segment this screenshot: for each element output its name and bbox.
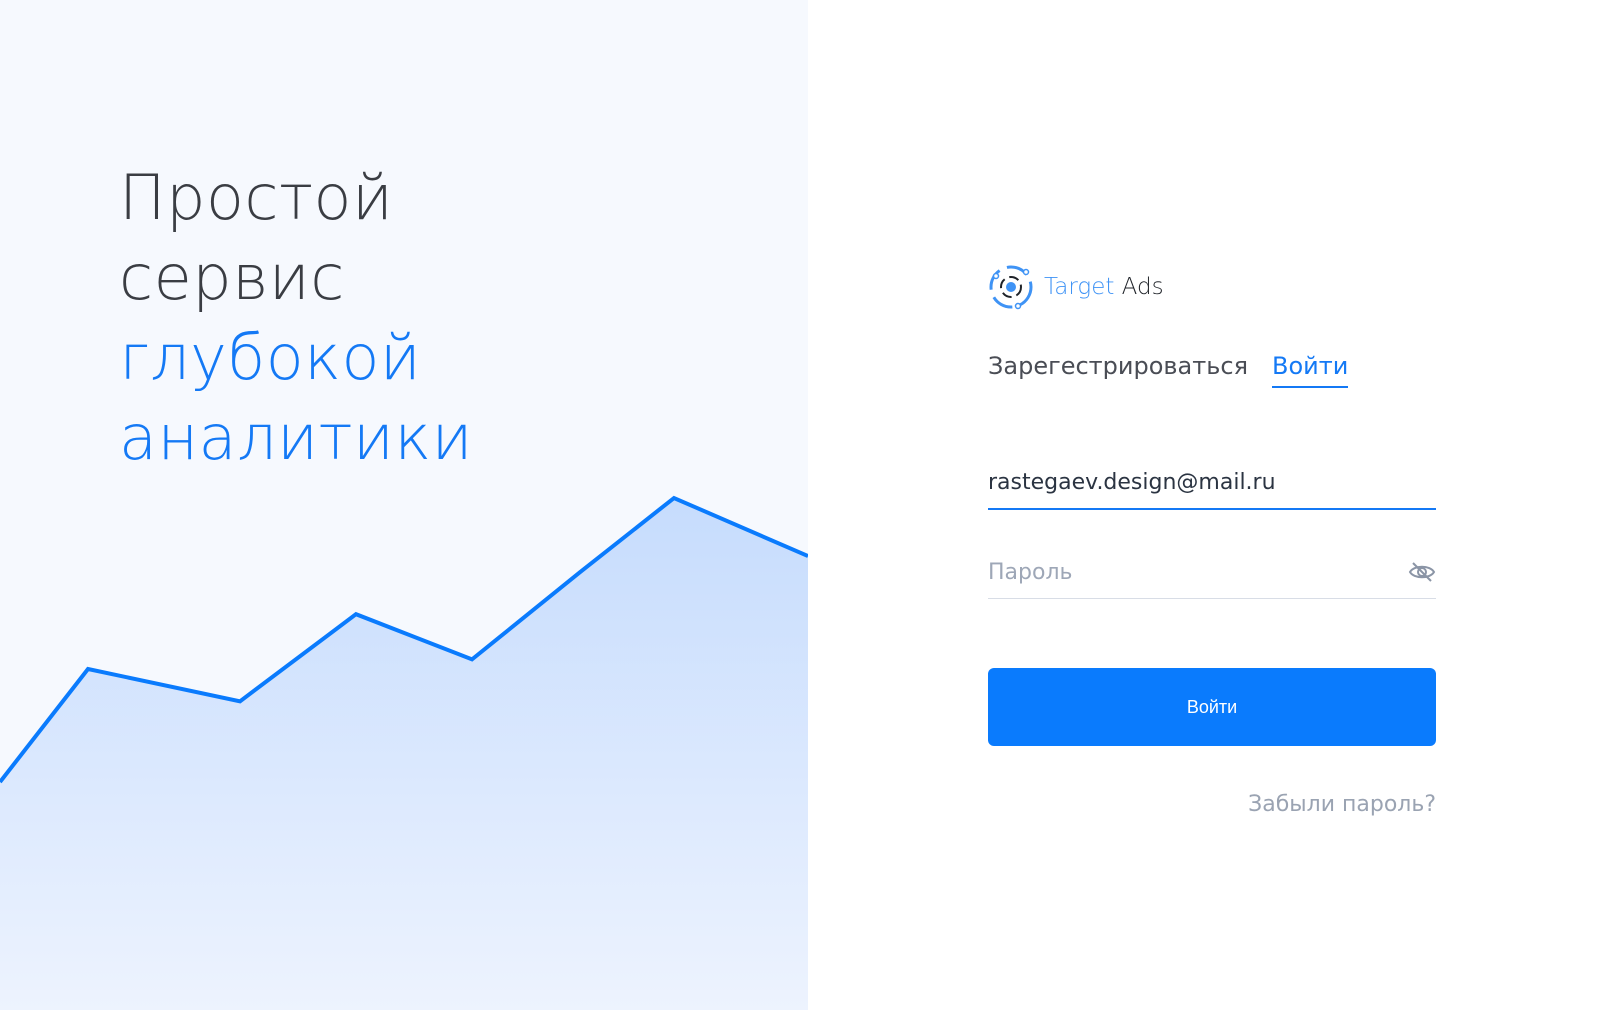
brand-logo: Target Ads: [986, 262, 1164, 312]
hero-line-4: аналитики: [119, 401, 474, 474]
growth-chart: [0, 495, 808, 1010]
brand-name-part1: Target: [1044, 274, 1115, 300]
target-logo-icon: [989, 265, 1033, 310]
brand-name: Target Ads: [1044, 274, 1164, 300]
email-input[interactable]: [988, 462, 1388, 502]
tab-register[interactable]: Зарегестрироваться: [988, 352, 1248, 388]
chart-area-fill: [0, 498, 808, 1010]
login-panel: Target Ads Зарегестрироваться Войти Войт…: [808, 0, 1616, 1010]
hero-panel: Простой сервис глубокой аналитики: [0, 0, 808, 1010]
login-button[interactable]: Войти: [988, 668, 1436, 746]
email-field-wrapper: [988, 462, 1436, 510]
password-field-wrapper: [988, 552, 1436, 599]
hero-line-1: Простой: [119, 161, 394, 234]
hero-line-3: глубокой: [119, 321, 422, 394]
hero-headline: Простой сервис глубокой аналитики: [119, 158, 473, 478]
tab-login[interactable]: Войти: [1272, 352, 1349, 388]
auth-tabs: Зарегестрироваться Войти: [988, 352, 1349, 388]
brand-name-part2: Ads: [1121, 274, 1164, 300]
forgot-password-link[interactable]: Забыли пароль?: [1248, 792, 1436, 817]
hero-line-2: сервис: [119, 241, 345, 314]
eye-slash-icon[interactable]: [1408, 560, 1436, 584]
password-input[interactable]: [988, 552, 1388, 592]
